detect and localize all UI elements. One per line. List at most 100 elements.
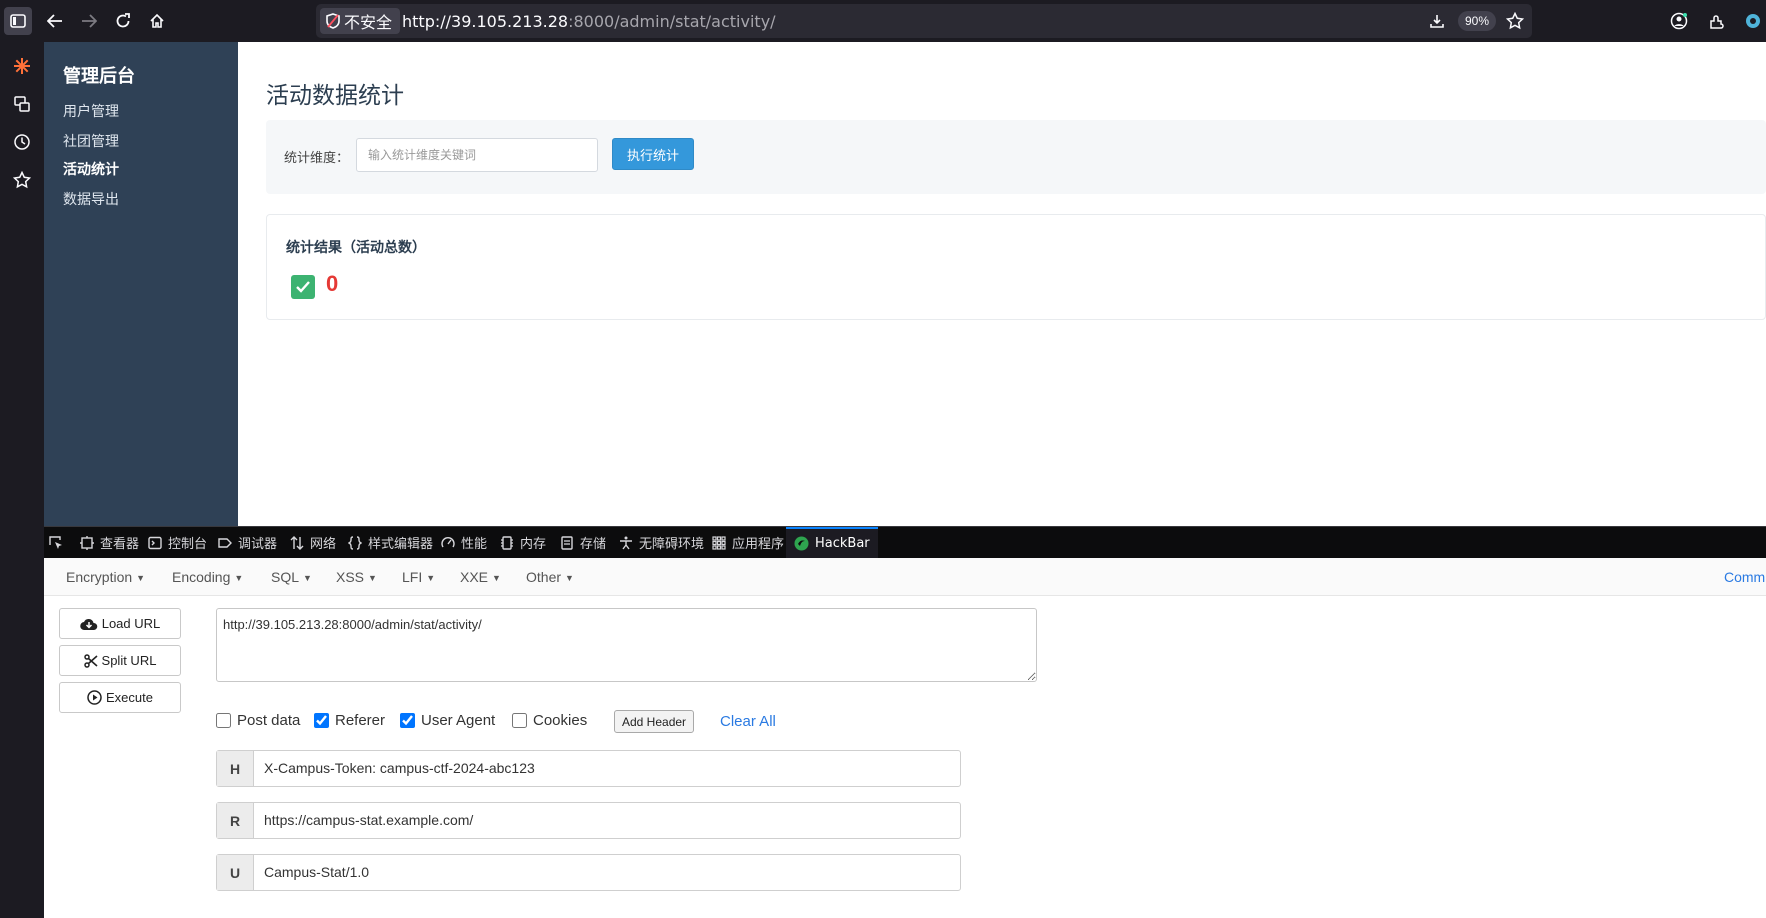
account-icon[interactable] <box>1666 8 1692 34</box>
style-editor-icon <box>348 535 362 550</box>
post-data-check[interactable] <box>216 713 231 728</box>
tab-label: 性能 <box>461 537 488 552</box>
sidebar-toggle-icon[interactable] <box>4 7 32 35</box>
button-label: Load URL <box>101 616 161 631</box>
ai-chatbot-icon[interactable] <box>6 50 38 82</box>
url-bar[interactable]: 不安全 http://39.105.213.28:8000/admin/stat… <box>316 4 1532 38</box>
home-icon[interactable] <box>144 8 170 34</box>
add-header-button[interactable]: Add Header <box>614 710 695 733</box>
header-row-custom[interactable]: H X-Campus-Token: campus-ctf-2024-abc123 <box>216 750 961 787</box>
menu-xss[interactable]: XSS ▼ <box>336 569 377 585</box>
reload-icon[interactable] <box>110 8 136 34</box>
nav-item-clubs[interactable]: 社团管理 <box>63 131 119 151</box>
tab-storage[interactable]: 存储 <box>560 527 606 558</box>
back-icon[interactable] <box>42 8 68 34</box>
filter-panel: 统计维度： 执行统计 <box>266 120 1766 194</box>
caret-down-icon: ▼ <box>234 573 244 583</box>
page-viewport: 管理后台 用户管理 社团管理 活动统计 数据导出 活动数据统计 统计维度： 执行… <box>44 42 1766 526</box>
header-tag: R <box>217 803 254 838</box>
header-row-user-agent[interactable]: U Campus-Stat/1.0 <box>216 854 961 891</box>
menu-lfi[interactable]: LFI ▼ <box>402 569 435 585</box>
cookies-checkbox[interactable]: Cookies <box>512 712 587 729</box>
tab-accessibility[interactable]: 无障碍环境 <box>619 527 704 558</box>
button-label: Split URL <box>101 653 157 668</box>
application-grid-icon <box>712 535 726 550</box>
browser-sidebar <box>0 42 44 918</box>
extension-gear-icon[interactable] <box>1740 8 1766 34</box>
tab-memory[interactable]: 内存 <box>500 527 546 558</box>
tab-application[interactable]: 应用程序 <box>712 527 784 558</box>
menu-encoding[interactable]: Encoding ▼ <box>172 569 243 585</box>
result-panel: 统计结果（活动总数） 0 <box>266 214 1766 320</box>
header-value[interactable]: Campus-Stat/1.0 <box>264 864 369 880</box>
post-data-checkbox[interactable]: Post data <box>216 712 300 729</box>
tab-console[interactable]: 控制台 <box>148 527 207 558</box>
clear-all-link[interactable]: Clear All <box>720 713 776 730</box>
cloud-download-icon <box>79 618 97 630</box>
history-icon[interactable] <box>6 126 38 158</box>
menu-label: XSS <box>336 569 365 585</box>
check-icon <box>291 275 315 299</box>
menu-other[interactable]: Other ▼ <box>526 569 574 585</box>
load-url-button[interactable]: Load URL <box>59 608 181 639</box>
synced-tabs-icon[interactable] <box>6 88 38 120</box>
tab-style-editor[interactable]: 样式编辑器 <box>348 527 433 558</box>
caret-down-icon: ▼ <box>303 573 312 583</box>
menu-encryption[interactable]: Encryption ▼ <box>66 569 145 585</box>
menu-xxe[interactable]: XXE ▼ <box>460 569 501 585</box>
split-url-button[interactable]: Split URL <box>59 645 181 676</box>
header-tag: H <box>217 751 254 786</box>
execute-button[interactable]: Execute <box>59 682 181 713</box>
cookies-check[interactable] <box>512 713 527 728</box>
dimension-input[interactable] <box>356 138 598 172</box>
tab-debugger[interactable]: 调试器 <box>218 527 277 558</box>
tab-network[interactable]: 网络 <box>290 527 336 558</box>
download-icon[interactable] <box>1426 10 1448 32</box>
inspector-icon <box>80 535 94 550</box>
tab-label: 控制台 <box>168 537 208 552</box>
tab-label: 调试器 <box>238 537 278 552</box>
tab-label: HackBar <box>815 536 870 551</box>
header-value[interactable]: X-Campus-Token: campus-ctf-2024-abc123 <box>264 760 535 776</box>
tab-label: 网络 <box>310 537 337 552</box>
nav-item-users[interactable]: 用户管理 <box>63 101 119 121</box>
devtools-tabbar: 查看器 控制台 调试器 网络 样式编辑器 性能 内存 存储 无障碍环境 应用程序… <box>44 526 1766 558</box>
shield-warning-icon <box>326 13 340 29</box>
security-indicator[interactable]: 不安全 <box>320 8 401 34</box>
hackbar-icon <box>794 536 809 551</box>
url-text[interactable]: http://39.105.213.28:8000/admin/stat/act… <box>402 12 776 31</box>
header-tag: U <box>217 855 254 890</box>
referer-checkbox[interactable]: Referer <box>314 712 385 729</box>
extensions-icon[interactable] <box>1704 8 1730 34</box>
result-title: 统计结果（活动总数） <box>286 240 426 256</box>
nav-item-data-export[interactable]: 数据导出 <box>63 189 119 209</box>
caret-down-icon: ▼ <box>368 573 377 583</box>
button-label: Execute <box>106 690 153 705</box>
menu-label: XXE <box>460 569 489 585</box>
url-host: http://39.105.213.28 <box>402 12 569 31</box>
user-agent-checkbox[interactable]: User Agent <box>400 712 495 729</box>
tab-hackbar[interactable]: HackBar <box>786 527 878 558</box>
tab-inspector[interactable]: 查看器 <box>80 527 139 558</box>
zoom-level[interactable]: 90% <box>1458 11 1497 31</box>
tab-label: 应用程序 <box>732 537 785 552</box>
scissors-icon <box>83 653 98 668</box>
url-textarea[interactable]: http://39.105.213.28:8000/admin/stat/act… <box>216 608 1037 682</box>
forward-icon[interactable] <box>76 8 102 34</box>
bookmark-star-icon[interactable] <box>1504 10 1526 32</box>
user-agent-check[interactable] <box>400 713 415 728</box>
element-picker-icon[interactable] <box>48 527 70 558</box>
option-label: User Agent <box>421 712 496 729</box>
run-stats-button[interactable]: 执行统计 <box>612 138 694 170</box>
header-row-referer[interactable]: R https://campus-stat.example.com/ <box>216 802 961 839</box>
caret-down-icon: ▼ <box>136 573 146 583</box>
browser-toolbar: 不安全 http://39.105.213.28:8000/admin/stat… <box>0 0 1766 42</box>
commit-link[interactable]: Commi <box>1724 569 1766 585</box>
tab-performance[interactable]: 性能 <box>441 527 487 558</box>
menu-sql[interactable]: SQL ▼ <box>271 569 312 585</box>
bookmarks-star-icon[interactable] <box>6 164 38 196</box>
nav-item-activity-stats[interactable]: 活动统计 <box>63 159 119 179</box>
referer-check[interactable] <box>314 713 329 728</box>
tab-label: 查看器 <box>100 537 140 552</box>
header-value[interactable]: https://campus-stat.example.com/ <box>264 812 473 828</box>
